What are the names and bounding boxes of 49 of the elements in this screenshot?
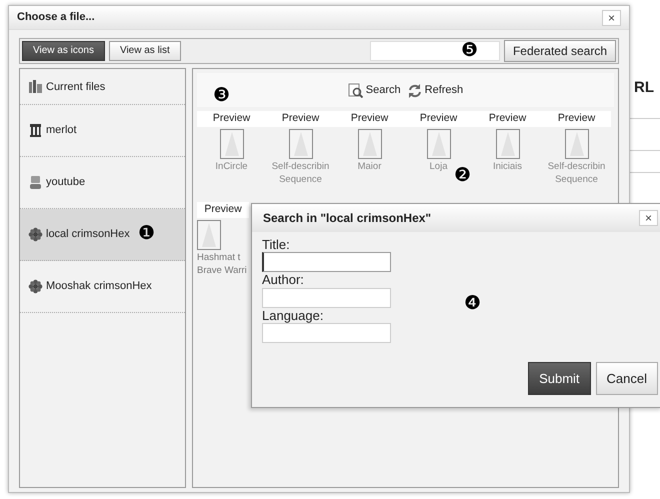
- flower-icon: [28, 279, 43, 294]
- callout-number: ❸: [213, 86, 230, 105]
- document-icon: [358, 128, 382, 159]
- file-name[interactable]: Hashmat t Brave Warri: [197, 252, 247, 278]
- preview-label[interactable]: Preview: [197, 111, 266, 127]
- document-icon: [496, 128, 520, 159]
- document-icon: [288, 128, 312, 159]
- toolbar-link[interactable]: Search: [348, 82, 401, 98]
- window-title: Choose a file...: [17, 10, 95, 26]
- column-icon: [28, 123, 43, 138]
- close-button[interactable]: ×: [602, 10, 621, 26]
- document-icon: [426, 128, 450, 159]
- input-field[interactable]: [262, 322, 391, 343]
- view-tab[interactable]: View as list: [108, 41, 181, 61]
- input-field[interactable]: [262, 252, 391, 272]
- input-field[interactable]: [262, 288, 391, 308]
- document-icon: [197, 220, 221, 250]
- cancel-button[interactable]: Cancel: [596, 362, 658, 395]
- tv-icon: [28, 175, 43, 190]
- document-icon: [564, 128, 588, 159]
- close-button[interactable]: ×: [638, 210, 658, 226]
- dialog-title: Search in "local crimsonHex": [263, 210, 432, 227]
- field-label: Language:: [262, 308, 324, 323]
- preview-label[interactable]: Preview: [473, 111, 542, 127]
- flower-icon: [28, 227, 43, 242]
- preview-label[interactable]: Preview: [266, 111, 335, 127]
- toolbar-link[interactable]: Refresh: [406, 82, 464, 98]
- preview-label[interactable]: Preview: [335, 111, 404, 127]
- callout-number: ❶: [138, 224, 155, 243]
- sidebar-item[interactable]: Mooshak crimsonHex: [20, 261, 185, 313]
- preview-label[interactable]: Preview: [197, 202, 249, 218]
- sidebar-item[interactable]: merlot: [20, 105, 185, 157]
- callout-number: ❷: [454, 166, 471, 185]
- field-label: Author:: [262, 273, 305, 288]
- sidebar-item[interactable]: Current files: [20, 69, 185, 105]
- submit-button[interactable]: Submit: [528, 362, 591, 395]
- refresh-icon: [406, 82, 422, 98]
- view-tab[interactable]: View as icons: [22, 41, 105, 61]
- preview-label[interactable]: Preview: [542, 111, 611, 127]
- callout-number: ❹: [464, 294, 481, 313]
- folder-stack-icon: [28, 79, 43, 94]
- federated-search-button[interactable]: Federated search: [504, 40, 616, 62]
- document-icon: [220, 128, 244, 159]
- page-heading: RL: [634, 78, 654, 98]
- callout-number: ❺: [461, 41, 478, 60]
- preview-label[interactable]: Preview: [404, 111, 473, 127]
- search-field[interactable]: [370, 41, 500, 61]
- search-icon: [348, 82, 363, 98]
- field-label: Title:: [262, 238, 291, 252]
